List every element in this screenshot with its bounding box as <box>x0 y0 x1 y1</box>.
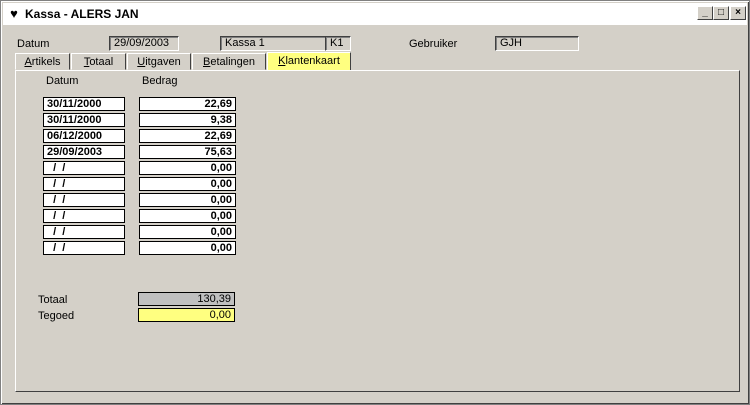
totaal-label: Totaal <box>38 294 68 306</box>
bedrag-cell[interactable]: 0,00 <box>139 241 236 255</box>
bedrag-cell[interactable]: 22,69 <box>139 129 236 143</box>
datum-cell[interactable]: / / <box>43 177 125 191</box>
bedrag-cell[interactable]: 0,00 <box>139 177 236 191</box>
column-header-datum: Datum <box>46 75 79 87</box>
heart-suit-icon: ♥ <box>10 6 18 21</box>
tab-klantenkaart[interactable]: Klantenkaart <box>267 52 351 71</box>
close-button[interactable]: × <box>730 6 746 20</box>
header-row: Datum 29/09/2003 Kassa 1 K1 Gebruiker GJ… <box>1 36 749 54</box>
bedrag-cell[interactable]: 22,69 <box>139 97 236 111</box>
column-header-bedrag: Bedrag <box>142 75 178 87</box>
gebruiker-field: GJH <box>495 36 579 51</box>
window-title: Kassa - ALERS JAN <box>25 7 139 21</box>
datum-cell[interactable]: / / <box>43 193 125 207</box>
tab-totaal[interactable]: Totaal <box>71 53 126 70</box>
kassa-code-field: K1 <box>325 36 351 51</box>
totaal-field: 130,39 <box>138 292 235 306</box>
datum-cell[interactable]: / / <box>43 161 125 175</box>
datum-cell[interactable]: 30/11/2000 <box>43 97 125 111</box>
kassa-field: Kassa 1 <box>220 36 326 51</box>
datum-field: 29/09/2003 <box>109 36 179 51</box>
bedrag-cell[interactable]: 0,00 <box>139 209 236 223</box>
bedrag-cell[interactable]: 75,63 <box>139 145 236 159</box>
bedrag-cell[interactable]: 0,00 <box>139 193 236 207</box>
tab-betalingen[interactable]: Betalingen <box>192 53 266 70</box>
datum-cell[interactable]: 06/12/2000 <box>43 129 125 143</box>
maximize-button[interactable]: □ <box>713 6 729 20</box>
gebruiker-label: Gebruiker <box>409 38 458 50</box>
tab-uitgaven[interactable]: Uitgaven <box>127 53 191 70</box>
bedrag-cell[interactable]: 9,38 <box>139 113 236 127</box>
datum-cell[interactable]: / / <box>43 209 125 223</box>
datum-cell[interactable]: / / <box>43 241 125 255</box>
datum-cell[interactable]: 29/09/2003 <box>43 145 125 159</box>
tab-artikels[interactable]: Artikels <box>15 53 70 70</box>
datum-cell[interactable]: / / <box>43 225 125 239</box>
title-bar[interactable]: ♥ Kassa - ALERS JAN _ □ × <box>3 3 747 25</box>
datum-label: Datum <box>17 38 50 50</box>
bedrag-cell[interactable]: 0,00 <box>139 225 236 239</box>
datum-cell[interactable]: 30/11/2000 <box>43 113 125 127</box>
minimize-button[interactable]: _ <box>697 6 713 20</box>
bedrag-cell[interactable]: 0,00 <box>139 161 236 175</box>
tegoed-field[interactable]: 0,00 <box>138 308 235 322</box>
tegoed-label: Tegoed <box>38 310 75 322</box>
kassa-window: ♥ Kassa - ALERS JAN _ □ × Datum 29/09/20… <box>0 0 750 405</box>
